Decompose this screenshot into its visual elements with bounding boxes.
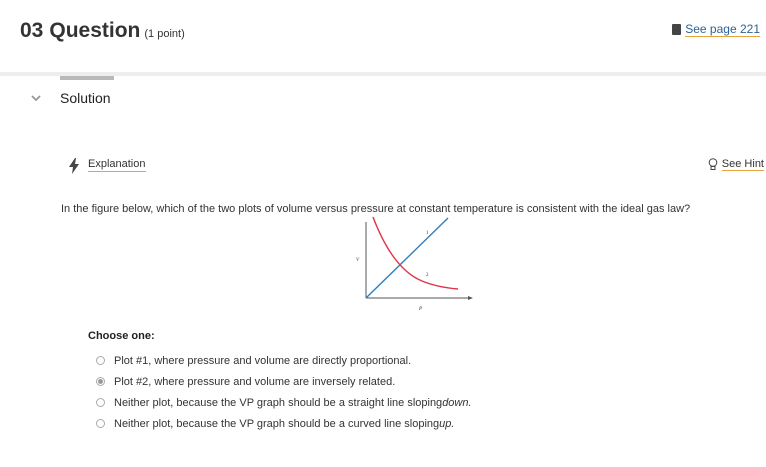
see-hint-label: See Hint: [721, 158, 764, 171]
answer-option[interactable]: Neither plot, because the VP graph shoul…: [96, 413, 472, 434]
see-hint-button[interactable]: See Hint: [708, 158, 764, 171]
radio-button[interactable]: [96, 419, 105, 428]
choose-one-label: Choose one:: [88, 330, 155, 342]
option-text: Plot #1, where pressure and volume are d…: [114, 354, 412, 367]
explanation-row: Explanation See Hint: [68, 156, 766, 176]
radio-button[interactable]: [96, 356, 105, 365]
radio-button[interactable]: [96, 398, 105, 407]
see-page-link[interactable]: See page 221: [672, 22, 760, 37]
question-number: 03: [20, 19, 44, 42]
option-text: Neither plot, because the VP graph shoul…: [114, 417, 440, 430]
x-axis-arrow: [468, 296, 473, 300]
x-axis-label: P: [418, 307, 422, 312]
book-icon: [672, 24, 682, 35]
question-header: 03 Question (1 point) See page 221: [0, 0, 766, 76]
tab-indicator: [60, 76, 114, 80]
answer-option[interactable]: Neither plot, because the VP graph shoul…: [96, 392, 472, 413]
solution-label: Solution: [60, 90, 111, 106]
answer-options: Plot #1, where pressure and volume are d…: [96, 350, 472, 434]
plot-2-label: 2: [426, 273, 429, 278]
lightbulb-icon: [708, 158, 718, 170]
option-text: Neither plot, because the VP graph shoul…: [114, 396, 443, 409]
question-points: (1 point): [144, 28, 185, 40]
option-text: Plot #2, where pressure and volume are i…: [114, 375, 396, 388]
option-emphasis: down.: [442, 396, 472, 409]
explanation-link[interactable]: Explanation: [88, 158, 146, 172]
see-page-label: See page 221: [685, 22, 760, 37]
answer-option[interactable]: Plot #2, where pressure and volume are i…: [96, 371, 472, 392]
lightning-icon: [69, 158, 79, 174]
option-emphasis: up.: [439, 417, 455, 430]
question-label: Question: [49, 19, 141, 42]
question-title: 03 Question (1 point): [20, 19, 185, 43]
radio-button[interactable]: [96, 377, 105, 386]
vp-plot-figure: V P 1 2: [356, 216, 473, 312]
chevron-down-icon: [31, 95, 41, 102]
answer-option[interactable]: Plot #1, where pressure and volume are d…: [96, 350, 472, 371]
plot-1-label: 1: [426, 231, 429, 236]
y-axis-label: V: [356, 258, 360, 263]
